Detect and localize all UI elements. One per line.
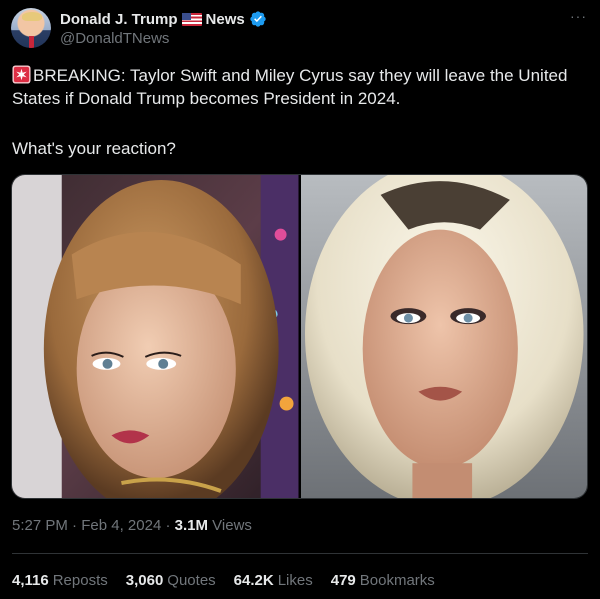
quotes-count: 3,060 — [125, 572, 164, 589]
bookmarks-stat[interactable]: 479 Bookmarks — [331, 572, 435, 589]
meta-separator-2: · — [165, 517, 171, 534]
bookmarks-label: Bookmarks — [359, 572, 435, 589]
tweet-card: Donald J. Trump News @DonaldTNews ··· BR… — [0, 0, 600, 599]
meta-separator: · — [72, 517, 78, 534]
tweet-date[interactable]: Feb 4, 2024 — [81, 517, 161, 534]
quotes-label: Quotes — [167, 572, 216, 589]
tweet-media[interactable] — [11, 174, 588, 499]
author-name-suffix[interactable]: News — [206, 11, 245, 28]
views-label: Views — [212, 517, 252, 534]
tweet-text: BREAKING: Taylor Swift and Miley Cyrus s… — [12, 64, 590, 110]
likes-label: Likes — [277, 572, 313, 589]
tweet-text-line: BREAKING: Taylor Swift and Miley Cyrus s… — [12, 66, 568, 108]
quotes-stat[interactable]: 3,060 Quotes — [126, 572, 216, 589]
verified-badge-icon — [250, 11, 266, 27]
tweet-time[interactable]: 5:27 PM — [12, 517, 68, 534]
likes-count: 64.2K — [233, 572, 274, 589]
reposts-count: 4,116 — [12, 572, 49, 589]
avatar[interactable] — [11, 8, 51, 48]
engagement-stats: 4,116 Reposts 3,060 Quotes 64.2K Likes 479 B… — [12, 572, 435, 589]
avatar-tie — [29, 36, 34, 48]
author-name-row[interactable]: Donald J. Trump News — [60, 9, 267, 29]
author-display-name[interactable]: Donald J. Trump — [60, 11, 178, 28]
likes-stat[interactable]: 64.2K Likes — [234, 572, 313, 589]
divider — [12, 553, 588, 554]
bookmarks-count: 479 — [330, 572, 356, 589]
siren-icon — [12, 65, 31, 84]
author-handle[interactable]: @DonaldTNews — [60, 30, 169, 47]
photo-right[interactable] — [300, 175, 587, 498]
tweet-meta: 5:27 PM · Feb 4, 2024 · 3.1M Views — [12, 517, 252, 534]
tweet-question: What's your reaction? — [12, 139, 176, 158]
views-count[interactable]: 3.1M — [175, 517, 208, 534]
reposts-label: Reposts — [52, 572, 108, 589]
us-flag-icon — [181, 12, 202, 26]
reposts-stat[interactable]: 4,116 Reposts — [12, 572, 108, 589]
photo-left[interactable] — [12, 175, 299, 498]
more-options-icon[interactable]: ··· — [570, 9, 588, 23]
avatar-hair — [22, 12, 42, 21]
